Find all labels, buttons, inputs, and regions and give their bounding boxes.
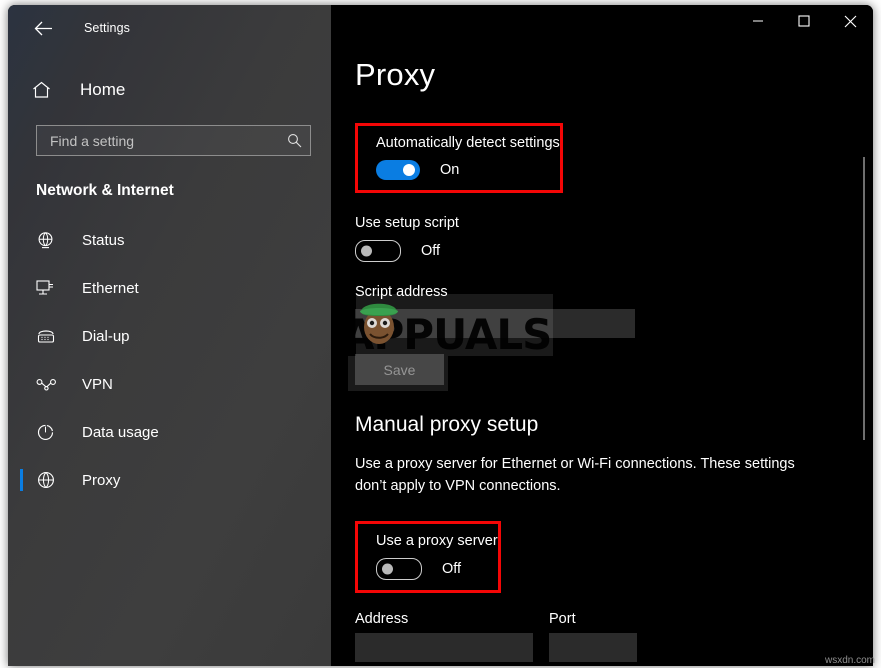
main-scrollbar[interactable] [859,39,869,666]
proxy-globe-icon [36,470,60,490]
sidebar: Settings Home Network & Internet [8,5,331,666]
setup-script-label: Use setup script [355,215,459,231]
search-input[interactable] [48,131,287,150]
use-proxy-label: Use a proxy server [376,533,498,549]
address-field-group: Address [355,611,533,662]
back-arrow-icon[interactable] [30,15,56,41]
auto-detect-label: Automatically detect settings [376,135,560,151]
script-address-group: Script address Save [355,284,873,385]
manual-proxy-section: Manual proxy setup Use a proxy server fo… [355,413,873,662]
search-box[interactable] [36,125,311,156]
toggle-knob [382,563,393,575]
sidebar-item-home[interactable]: Home [8,71,331,109]
sidebar-item-status[interactable]: Status [8,216,331,264]
auto-detect-highlight-box: Automatically detect settings On [355,123,563,193]
vpn-icon [36,376,60,392]
auto-detect-toggle[interactable] [376,160,420,180]
sidebar-item-label: Dial-up [82,327,130,345]
auto-detect-state: On [440,162,460,178]
corner-watermark: wsxdn.com [824,655,875,666]
script-address-label: Script address [355,284,448,300]
setup-script-state: Off [421,243,441,259]
sidebar-item-label: Ethernet [82,279,139,297]
proxy-settings-content: Proxy Automatically detect settings On U… [331,5,873,662]
sidebar-item-label: Data usage [82,423,159,441]
sidebar-item-label: Status [82,231,125,249]
use-proxy-toggle[interactable] [376,558,422,580]
setup-script-toggle-row[interactable]: Off [355,240,873,262]
toggle-knob [361,245,372,257]
page-title: Proxy [355,57,436,92]
sidebar-item-vpn[interactable]: VPN [8,360,331,408]
address-input[interactable] [355,633,533,662]
sidebar-item-dial-up[interactable]: Dial-up [8,312,331,360]
sidebar-item-label: VPN [82,375,113,393]
manual-proxy-description: Use a proxy server for Ethernet or Wi-Fi… [355,456,795,494]
setup-script-toggle[interactable] [355,240,401,262]
settings-window: Settings Home Network & Internet [8,5,873,666]
use-proxy-highlight-box: Use a proxy server Off [355,521,501,593]
setup-script-group: Use setup script Off [355,215,873,262]
address-label: Address [355,611,409,627]
scrollbar-thumb[interactable] [863,157,865,440]
ethernet-icon [36,279,60,297]
port-label: Port [549,611,576,627]
sidebar-item-label: Proxy [82,471,121,489]
dialup-icon [36,327,60,345]
sidebar-titlebar: Settings [8,5,331,51]
manual-proxy-heading: Manual proxy setup [355,413,539,436]
search-icon[interactable] [287,133,302,148]
port-input[interactable] [549,633,637,662]
use-proxy-state: Off [442,561,462,577]
script-address-input[interactable] [355,309,635,338]
address-port-group: Address Port [355,611,873,662]
port-field-group: Port [549,611,637,662]
save-button[interactable]: Save [355,354,444,385]
data-usage-icon [36,423,60,442]
toggle-knob [403,164,415,176]
auto-detect-toggle-row[interactable]: On [376,160,560,180]
use-proxy-toggle-row[interactable]: Off [376,558,498,580]
sidebar-item-proxy[interactable]: Proxy [8,456,331,504]
sidebar-category-title: Network & Internet [36,182,174,199]
sidebar-nav: Status Ethernet Dial-up VPN Data usage P… [8,216,331,504]
status-globe-icon [36,231,60,250]
app-title: Settings [84,21,130,35]
sidebar-item-ethernet[interactable]: Ethernet [8,264,331,312]
sidebar-item-label: Home [80,80,126,99]
main-panel: Proxy Automatically detect settings On U… [331,5,873,666]
sidebar-item-data-usage[interactable]: Data usage [8,408,331,456]
home-icon [32,81,58,99]
